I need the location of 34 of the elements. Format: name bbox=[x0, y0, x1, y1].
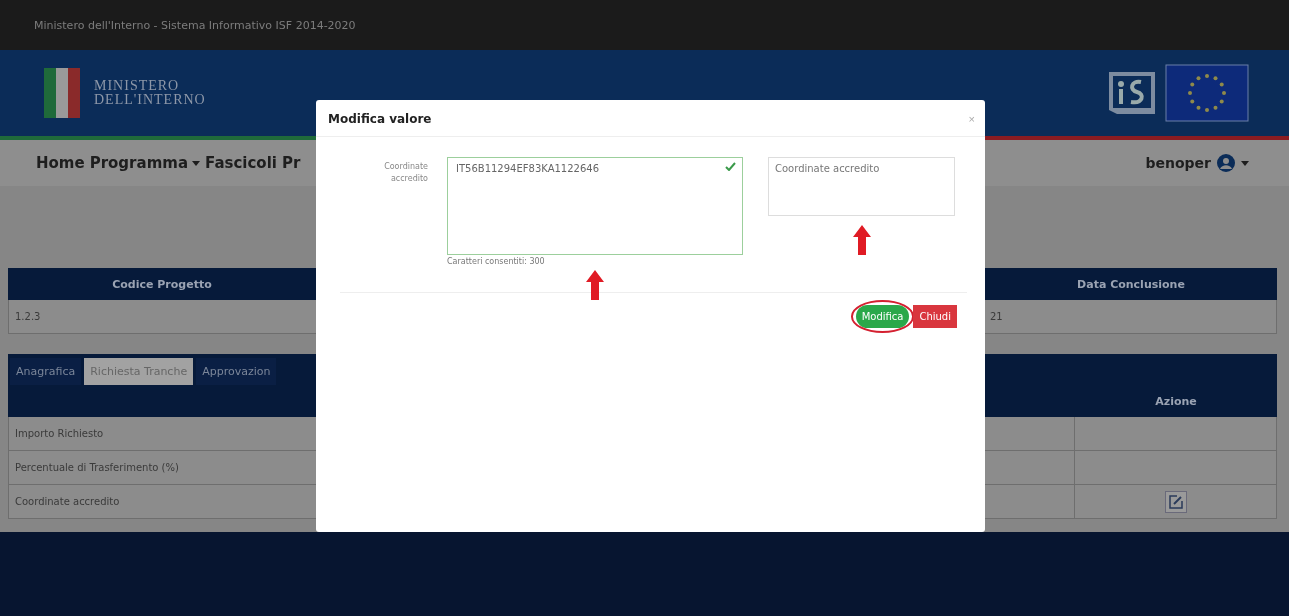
column-header: Azione bbox=[1154, 394, 1198, 408]
user-menu[interactable]: benoper bbox=[1145, 154, 1249, 172]
modify-button[interactable]: Modifica bbox=[855, 305, 910, 328]
caret-icon bbox=[1241, 160, 1249, 166]
text-area[interactable]: IT56B11294EF83KA1122646 bbox=[447, 157, 743, 255]
table-cell-text: 1.2.3 bbox=[14, 311, 42, 322]
arrow-annotation-icon bbox=[852, 225, 871, 255]
isf-logo-icon bbox=[1107, 70, 1157, 116]
table-cell-text: Percentuale di Trasferimento (%) bbox=[14, 462, 179, 473]
tab[interactable]: Approvazion bbox=[196, 358, 277, 385]
column-header: Codice Progetto bbox=[111, 277, 213, 291]
table-cell-text: 21 bbox=[989, 311, 1004, 322]
column-header: Data Conclusione bbox=[1076, 277, 1186, 291]
check-icon bbox=[725, 162, 736, 171]
nav-link[interactable]: Home bbox=[36, 154, 85, 172]
edit-icon[interactable] bbox=[1164, 490, 1187, 513]
ministry-logo-text: MINISTERO DELL'INTERNO bbox=[94, 79, 206, 107]
nav-link[interactable]: Fascicoli bbox=[205, 154, 277, 172]
field-label: Coordinate accredito bbox=[383, 161, 428, 185]
dialog-title: Modifica valore bbox=[328, 112, 432, 126]
arrow-annotation-icon bbox=[586, 270, 604, 300]
site-title: Ministero dell'Interno - Sistema Informativo ISF 2014-2020 bbox=[34, 18, 356, 32]
table-cell-text: Importo Richiesto bbox=[14, 428, 104, 439]
tab[interactable]: Anagrafica bbox=[10, 358, 82, 385]
flag-icon bbox=[44, 68, 80, 118]
eu-flag-icon bbox=[1165, 64, 1249, 122]
user-icon bbox=[1217, 154, 1235, 172]
close-button[interactable]: Chiudi bbox=[913, 305, 957, 328]
caret-icon bbox=[192, 160, 200, 166]
text-area[interactable]: Coordinate accredito bbox=[768, 157, 955, 216]
character-hint: Caratteri consentiti: 300 bbox=[447, 257, 545, 266]
nav-link[interactable]: Programma bbox=[89, 154, 200, 172]
nav-link[interactable]: Pr bbox=[281, 154, 301, 172]
table-cell-text: Coordinate accredito bbox=[14, 496, 120, 507]
